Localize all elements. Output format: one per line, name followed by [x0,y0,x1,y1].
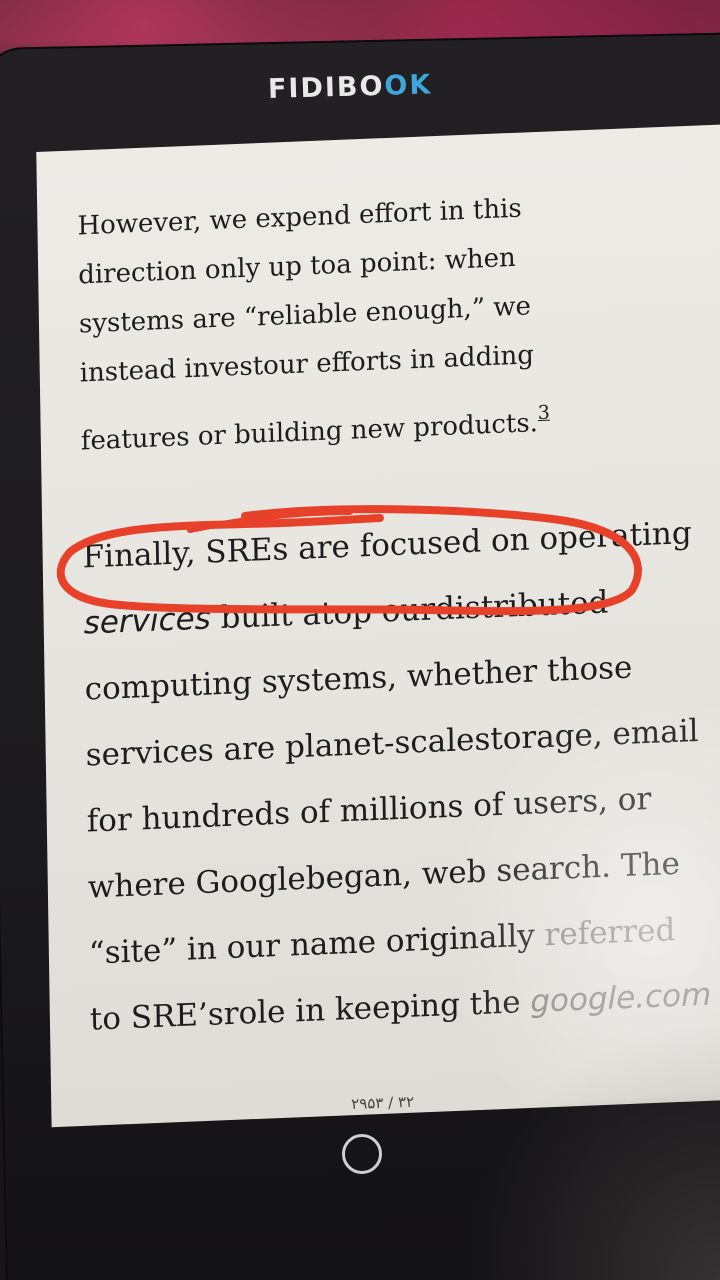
book-page-text: However, we expend effort in this direct… [77,177,720,1053]
paragraph-services: Finally, SREs are focused on operating s… [82,499,720,1053]
paragraph-reliability: However, we expend effort in this direct… [77,177,720,475]
text-line-faded: referred [544,912,676,954]
italic-term-services: services [83,600,212,642]
text-line-content: “site” in our name originally [88,917,545,972]
page-indicator: ۳۲ / ۲۹۵۳ [351,1092,415,1114]
brand-logo-accent: OK [384,69,433,102]
brand-logo-text: FIDIBO [267,70,385,105]
text-line-content: built atop ourdistributed [210,584,609,637]
corner-shadow [460,1020,720,1280]
photo-scene: FIDIBOOK However, we expend effort in th… [0,0,720,1280]
italic-term-google: google.com [530,976,712,1020]
brand-logo: FIDIBOOK [268,69,433,105]
footnote-link[interactable]: 3 [538,402,550,424]
ereader-screen[interactable]: However, we expend effort in this direct… [36,123,720,1128]
text-line-content: features or building new products. [80,408,539,457]
